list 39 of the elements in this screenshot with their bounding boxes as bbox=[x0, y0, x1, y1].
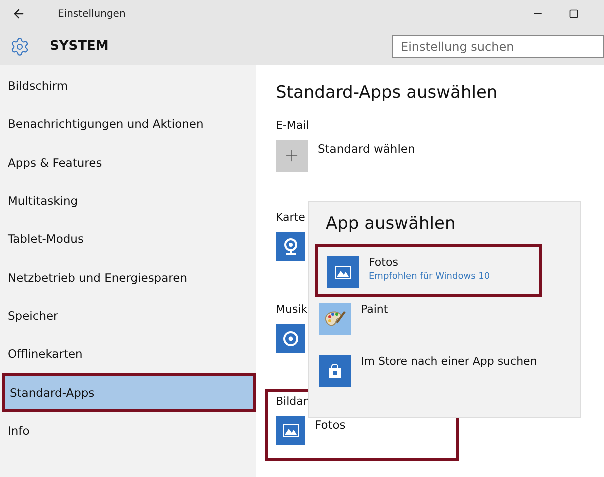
sidebar-item[interactable]: Standard-Apps bbox=[2, 373, 256, 412]
sidebar-item[interactable]: Apps & Features bbox=[0, 144, 256, 182]
app-tile[interactable] bbox=[276, 232, 305, 261]
app-subtitle: Empfohlen für Windows 10 bbox=[369, 272, 490, 282]
shopping-bag-icon bbox=[328, 364, 342, 378]
landscape-icon bbox=[335, 266, 351, 278]
window-title: Einstellungen bbox=[58, 8, 127, 20]
search-field[interactable]: Einstellung suchen bbox=[392, 35, 604, 58]
settings-icon bbox=[10, 36, 30, 56]
app-tile[interactable] bbox=[327, 256, 359, 288]
app-name[interactable]: Standard wählen bbox=[318, 142, 416, 156]
category-label: Karte bbox=[276, 211, 306, 224]
panel-title: App auswählen bbox=[326, 214, 457, 234]
app-option[interactable]: Im Store nach einer App suchen bbox=[361, 355, 538, 368]
app-option[interactable]: Fotos bbox=[369, 256, 490, 269]
app-tile[interactable] bbox=[319, 355, 351, 387]
app-tile[interactable] bbox=[276, 140, 308, 172]
camera-icon bbox=[282, 238, 298, 256]
app-tile[interactable] bbox=[319, 303, 351, 335]
app-tile[interactable] bbox=[276, 416, 305, 445]
back-icon[interactable] bbox=[12, 7, 26, 21]
sidebar-item[interactable]: Multitasking bbox=[0, 182, 256, 220]
page-title: SYSTEM bbox=[50, 39, 110, 54]
sidebar-item[interactable]: Bildschirm bbox=[0, 67, 256, 106]
app-name[interactable]: Fotos bbox=[315, 418, 346, 432]
app-tile[interactable] bbox=[276, 324, 305, 353]
disc-icon bbox=[282, 330, 298, 346]
sidebar-item[interactable]: Info bbox=[0, 412, 256, 450]
category-label: E-Mail bbox=[276, 119, 310, 132]
category-label: Musik bbox=[276, 303, 308, 316]
sidebar-item[interactable]: Tablet-Modus bbox=[0, 220, 256, 258]
landscape-icon bbox=[282, 424, 298, 437]
app-option[interactable]: Paint bbox=[361, 303, 388, 316]
section-heading: Standard-Apps auswählen bbox=[276, 83, 499, 103]
sidebar-item[interactable]: Speicher bbox=[0, 296, 256, 336]
maximize-icon[interactable] bbox=[569, 9, 579, 19]
sidebar-item[interactable]: Benachrichtigungen und Aktionen bbox=[0, 105, 256, 144]
sidebar-item[interactable]: Offlinekarten bbox=[0, 335, 256, 374]
sidebar-item[interactable]: Netzbetrieb und Energiesparen bbox=[0, 258, 256, 297]
